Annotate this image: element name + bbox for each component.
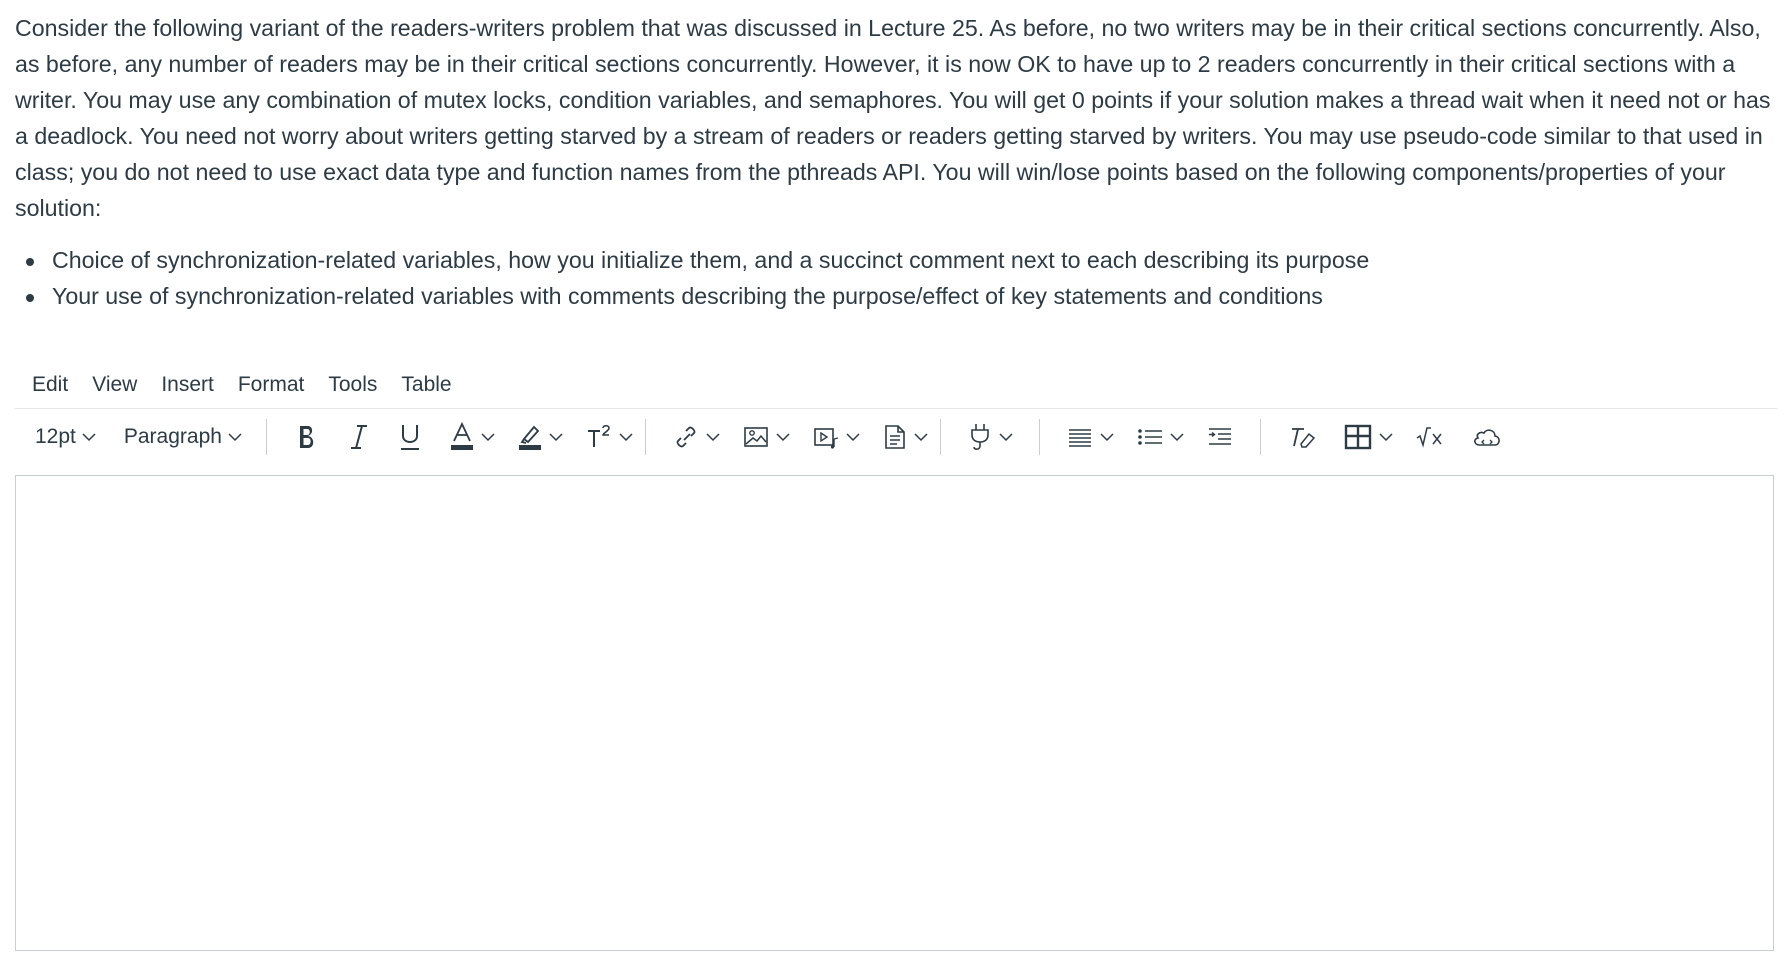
apps-plug-icon <box>971 424 989 450</box>
menu-view[interactable]: View <box>80 365 149 405</box>
menu-edit[interactable]: Edit <box>15 365 80 405</box>
image-icon <box>744 427 768 447</box>
editor-menubar: Edit View Insert Format Tools Table <box>15 362 1777 409</box>
editor-body[interactable] <box>16 476 1773 940</box>
font-size-dropdown[interactable]: 12pt <box>35 416 96 458</box>
toolbar-divider <box>1038 419 1040 455</box>
superscript-icon <box>587 424 610 447</box>
block-format-dropdown[interactable]: Paragraph <box>124 416 242 458</box>
menu-table[interactable]: Table <box>389 365 463 405</box>
clear-formatting-icon <box>1291 428 1316 448</box>
highlight-color-button[interactable] <box>517 416 563 458</box>
chevron-down-icon <box>1379 433 1393 442</box>
bold-icon <box>299 426 314 448</box>
block-format-value: Paragraph <box>123 425 222 448</box>
chevron-down-icon <box>776 433 790 442</box>
rich-content-editor[interactable] <box>15 475 1774 951</box>
menu-tools[interactable]: Tools <box>316 365 389 405</box>
chevron-down-icon <box>706 433 720 442</box>
document-button[interactable] <box>882 416 928 458</box>
chevron-down-icon <box>1100 433 1114 442</box>
requirements-list: Choice of synchronization-related variab… <box>15 242 1777 314</box>
chevron-down-icon <box>481 433 495 442</box>
underline-icon <box>400 425 419 450</box>
underline-button[interactable] <box>397 416 423 458</box>
toolbar-divider <box>1259 419 1261 455</box>
text-color-button[interactable] <box>449 416 495 458</box>
list-icon <box>1138 429 1162 445</box>
question-text: Consider the following variant of the re… <box>15 10 1777 314</box>
highlight-color-icon <box>518 425 541 450</box>
chevron-down-icon <box>999 433 1013 442</box>
align-icon <box>1068 429 1091 447</box>
document-icon <box>885 425 905 449</box>
chevron-down-icon <box>228 433 242 442</box>
apps-button[interactable] <box>967 416 1013 458</box>
chevron-down-icon <box>1170 433 1184 442</box>
list-item: Your use of synchronization-related vari… <box>26 278 1777 314</box>
menu-insert[interactable]: Insert <box>149 365 226 405</box>
equation-button[interactable] <box>1415 416 1445 458</box>
link-button[interactable] <box>672 416 720 458</box>
bold-button[interactable] <box>293 416 321 458</box>
italic-icon <box>350 425 367 449</box>
table-icon <box>1344 424 1372 450</box>
image-button[interactable] <box>742 416 790 458</box>
question-paragraph: Consider the following variant of the re… <box>15 15 1771 221</box>
indent-button[interactable] <box>1206 416 1234 458</box>
link-icon <box>676 426 696 448</box>
clear-formatting-button[interactable] <box>1287 416 1317 458</box>
cloud-embed-icon <box>1474 429 1500 446</box>
chevron-down-icon <box>914 433 928 442</box>
indent-icon <box>1208 428 1231 445</box>
italic-button[interactable] <box>347 416 371 458</box>
toolbar-divider <box>265 419 267 455</box>
superscript-button[interactable] <box>585 416 633 458</box>
align-button[interactable] <box>1066 416 1114 458</box>
editor-toolbar: 12pt Paragraph <box>15 412 1777 462</box>
text-color-icon <box>450 421 473 450</box>
cloud-embed-button[interactable] <box>1471 416 1503 458</box>
media-icon <box>814 428 839 449</box>
list-item: Choice of synchronization-related variab… <box>26 242 1777 278</box>
chevron-down-icon <box>846 433 860 442</box>
toolbar-divider <box>644 419 646 455</box>
table-button[interactable] <box>1343 416 1393 458</box>
menu-format[interactable]: Format <box>226 365 317 405</box>
media-button[interactable] <box>812 416 860 458</box>
font-size-value: 12pt <box>35 425 76 448</box>
chevron-down-icon <box>549 433 563 442</box>
equation-icon <box>1416 427 1442 448</box>
list-button[interactable] <box>1136 416 1184 458</box>
toolbar-divider <box>939 419 941 455</box>
chevron-down-icon <box>82 433 96 442</box>
chevron-down-icon <box>619 433 633 442</box>
